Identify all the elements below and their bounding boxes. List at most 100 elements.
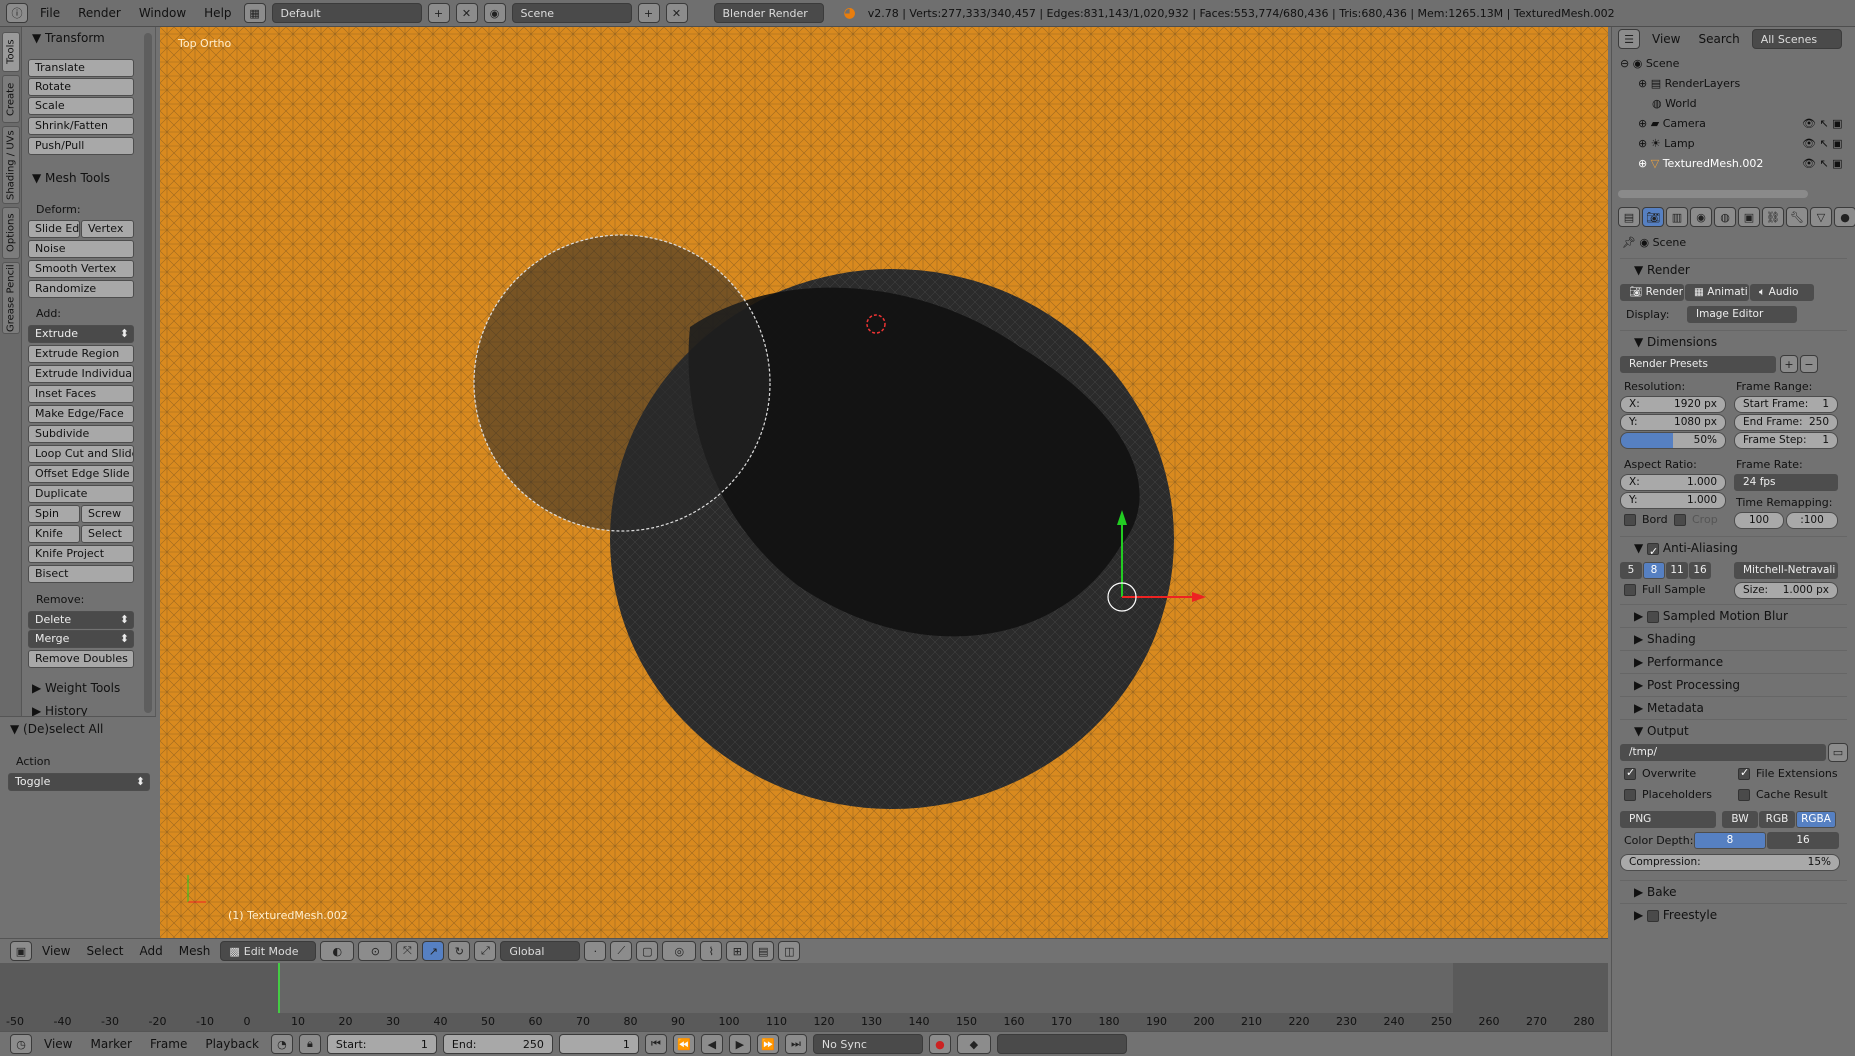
smooth-vertex-button[interactable]: Smooth Vertex [28, 260, 134, 278]
file-format-selector[interactable]: PNG [1620, 811, 1716, 828]
noise-button[interactable]: Noise [28, 240, 134, 258]
remove-scene-icon[interactable]: ✕ [665, 3, 688, 23]
extrude-dropdown[interactable]: Extrude ⬍ [28, 325, 134, 343]
depth-8-button[interactable]: 8 [1694, 832, 1766, 849]
menu-view[interactable]: View [38, 1037, 78, 1051]
knife-select-button[interactable]: Select [81, 525, 134, 543]
anti-aliasing-panel-header[interactable]: ▼ Anti-Aliasing [1620, 536, 1847, 563]
bw-button[interactable]: BW [1722, 811, 1758, 828]
properties-editor-icon[interactable]: ▤ [1618, 207, 1640, 227]
performance-panel-header[interactable]: ▶ Performance [1620, 650, 1847, 672]
rgba-button[interactable]: RGBA [1796, 811, 1836, 828]
make-edge-face-button[interactable]: Make Edge/Face [28, 405, 134, 423]
cache-result-checkbox[interactable] [1738, 789, 1750, 801]
render-engine-selector[interactable]: Blender Render [713, 3, 824, 23]
object-tab-icon[interactable]: ▣ [1738, 207, 1760, 227]
weight-tools-panel-header[interactable]: ▶ Weight Tools [32, 681, 120, 695]
prev-keyframe-icon[interactable]: ⏪ [672, 1034, 695, 1054]
slide-edge-button[interactable]: Slide Ed [28, 220, 80, 238]
randomize-button[interactable]: Randomize [28, 280, 134, 298]
freestyle-checkbox[interactable] [1647, 909, 1660, 922]
pivot-point-icon[interactable]: ⊙ [358, 941, 393, 961]
shading-panel-header[interactable]: ▶ Shading [1620, 627, 1847, 649]
aspect-x-field[interactable]: X: 1.000 [1620, 474, 1726, 491]
outliner-scene[interactable]: ⊖ ◉ Scene [1620, 57, 1679, 70]
next-keyframe-icon[interactable]: ⏩ [756, 1034, 779, 1054]
menu-window[interactable]: Window [133, 6, 192, 20]
folder-icon[interactable]: ▭ [1828, 743, 1848, 762]
jump-start-icon[interactable]: ⏮ [644, 1034, 667, 1054]
resolution-x-field[interactable]: X: 1920 px [1620, 396, 1726, 413]
layout-selector[interactable]: Default [271, 3, 422, 23]
menu-view[interactable]: View [36, 944, 76, 958]
menu-help[interactable]: Help [198, 6, 237, 20]
motion-blur-checkbox[interactable] [1647, 610, 1660, 623]
rotate-button[interactable]: Rotate [28, 78, 134, 96]
anti-aliasing-checkbox[interactable] [1647, 541, 1660, 563]
output-path-field[interactable]: /tmp/ [1620, 744, 1826, 761]
material-tab-icon[interactable]: ● [1834, 207, 1855, 227]
tab-grease-pencil[interactable]: Grease Pencil [2, 262, 20, 334]
face-select-icon[interactable]: ▢ [636, 941, 659, 961]
outliner-lamp[interactable]: ⊕ ☀ Lamp [1638, 137, 1695, 150]
outliner-texturedmesh[interactable]: ⊕ ▽ TexturedMesh.002 [1638, 157, 1763, 170]
screen-layout-icon[interactable]: ▦ [243, 3, 266, 23]
compression-slider[interactable]: Compression: 15% [1620, 854, 1840, 871]
knife-project-button[interactable]: Knife Project [28, 545, 134, 563]
aa-5-button[interactable]: 5 [1620, 562, 1642, 579]
camera-visibility-icons[interactable]: 👁︎ ↖ ▣ [1802, 117, 1843, 130]
render-tab-icon[interactable]: 📷︎ [1642, 207, 1664, 227]
depth-16-button[interactable]: 16 [1767, 832, 1839, 849]
frame-rate-selector[interactable]: 24 fps [1734, 474, 1838, 491]
remove-layout-icon[interactable]: ✕ [455, 3, 478, 23]
mesh-tools-panel-header[interactable]: ▼ Mesh Tools [32, 171, 110, 185]
action-dropdown[interactable]: Toggle ⬍ [8, 773, 150, 791]
aa-11-button[interactable]: 11 [1666, 562, 1688, 579]
menu-frame[interactable]: Frame [144, 1037, 193, 1051]
motion-blur-panel-header[interactable]: ▶ Sampled Motion Blur [1620, 604, 1847, 626]
remap-old-field[interactable]: 100 [1734, 512, 1784, 529]
pin-icon[interactable]: 📌︎ [1622, 236, 1636, 249]
output-panel-header[interactable]: ▼ Output [1620, 719, 1847, 741]
full-sample-checkbox[interactable] [1624, 584, 1636, 596]
start-frame-field[interactable]: Start: 1 [326, 1034, 437, 1054]
play-icon[interactable]: ▶ [728, 1034, 751, 1054]
add-preset-icon[interactable]: + [1780, 355, 1798, 373]
menu-file[interactable]: File [34, 6, 66, 20]
knife-button[interactable]: Knife [28, 525, 80, 543]
push-pull-button[interactable]: Push/Pull [28, 137, 134, 155]
menu-view[interactable]: View [1646, 32, 1686, 46]
modifiers-tab-icon[interactable]: 🔧︎ [1786, 207, 1808, 227]
info-editor-icon[interactable]: ⓘ [6, 3, 28, 23]
sync-selector[interactable]: No Sync [812, 1034, 923, 1054]
extrude-individual-button[interactable]: Extrude Individual [28, 365, 134, 383]
merge-dropdown[interactable]: Merge ⬍ [28, 630, 134, 648]
tab-create[interactable]: Create [2, 75, 20, 123]
outliner-renderlayers[interactable]: ⊕ ▤ RenderLayers [1638, 77, 1740, 90]
menu-add[interactable]: Add [134, 944, 169, 958]
border-checkbox[interactable] [1624, 514, 1636, 526]
translate-button[interactable]: Translate [28, 59, 134, 77]
play-reverse-icon[interactable]: ◀ [700, 1034, 723, 1054]
scene-selector[interactable]: Scene [511, 3, 632, 23]
audio-button[interactable]: 🔈︎ Audio [1750, 284, 1814, 301]
outliner-camera[interactable]: ⊕ ▰ Camera [1638, 117, 1706, 130]
transform-panel-header[interactable]: ▼ Transform [32, 31, 105, 45]
lock-icon[interactable]: 🔒︎ [298, 1034, 321, 1054]
outliner-editor-icon[interactable]: ☰ [1618, 29, 1640, 49]
aa-8-button[interactable]: 8 [1643, 562, 1665, 579]
menu-select[interactable]: Select [80, 944, 129, 958]
translate-manipulator-icon[interactable]: ↗ [422, 941, 445, 961]
render-preview-icon[interactable]: ▤ [752, 941, 775, 961]
screw-button[interactable]: Screw [81, 505, 134, 523]
shelf-scrollbar[interactable] [144, 33, 152, 713]
vertex-select-icon[interactable]: · [584, 941, 607, 961]
manipulator-toggle-icon[interactable]: ⤧ [396, 941, 419, 961]
timeline[interactable]: -50 -40 -30 -20 -10 0 10 20 30 40 50 60 70 80 90 100 110… [0, 963, 1608, 1031]
frame-step-field[interactable]: Frame Step: 1 [1734, 432, 1838, 449]
viewport-shading-icon[interactable]: ◐ [320, 941, 355, 961]
rgb-button[interactable]: RGB [1759, 811, 1795, 828]
scene-tab-icon[interactable]: ◉ [1690, 207, 1712, 227]
resolution-percentage-slider[interactable]: 50% [1620, 432, 1726, 449]
jump-end-icon[interactable]: ⏭ [784, 1034, 807, 1054]
